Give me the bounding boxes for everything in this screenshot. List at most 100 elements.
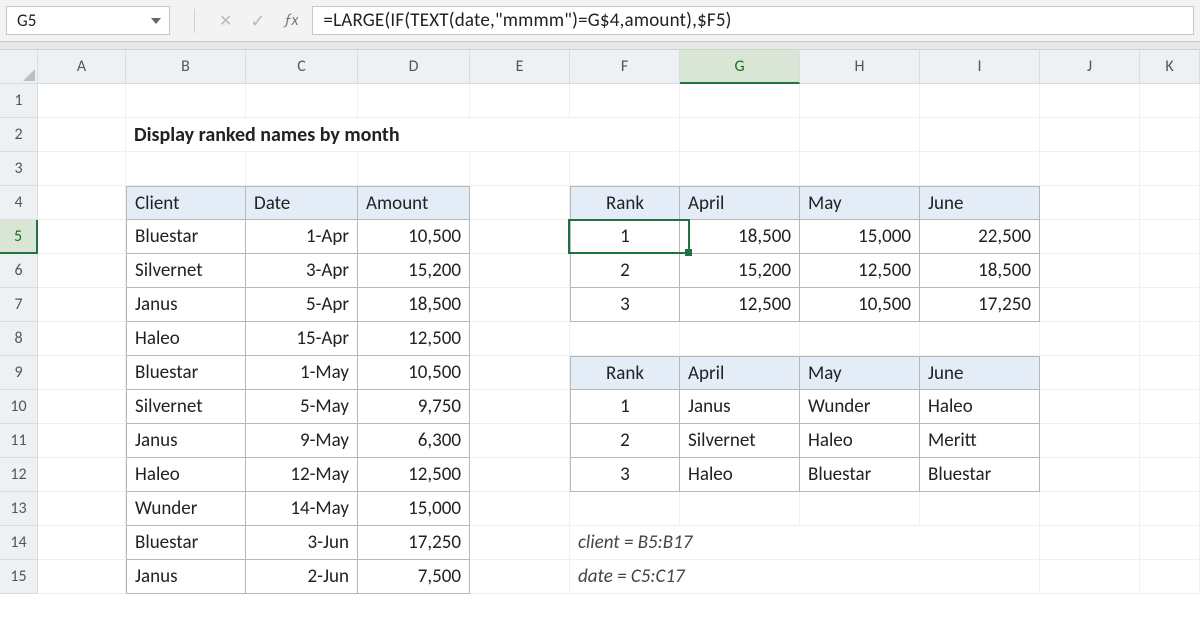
table1-cell[interactable]: 3-Apr bbox=[246, 254, 358, 288]
cell[interactable] bbox=[126, 152, 246, 186]
table1-cell[interactable]: 9,750 bbox=[358, 390, 470, 424]
table1-cell[interactable]: Haleo bbox=[126, 458, 246, 492]
table1-cell[interactable]: Bluestar bbox=[126, 356, 246, 390]
cell[interactable] bbox=[470, 356, 570, 390]
cell[interactable] bbox=[470, 526, 570, 560]
cell[interactable] bbox=[800, 152, 920, 186]
cell[interactable] bbox=[1040, 84, 1140, 118]
table3-cell[interactable]: Haleo bbox=[680, 458, 800, 492]
cell[interactable] bbox=[570, 152, 680, 186]
table3-cell[interactable]: Bluestar bbox=[800, 458, 920, 492]
row-header-6[interactable]: 6 bbox=[0, 254, 38, 288]
cell[interactable] bbox=[38, 356, 126, 390]
table1-cell[interactable]: 10,500 bbox=[358, 356, 470, 390]
table2-cell[interactable]: 3 bbox=[570, 288, 680, 322]
cell[interactable] bbox=[680, 152, 800, 186]
table1-cell[interactable]: 3-Jun bbox=[246, 526, 358, 560]
table3-cell[interactable]: Wunder bbox=[800, 390, 920, 424]
formula-input[interactable]: =LARGE(IF(TEXT(date,"mmmm")=G$4,amount),… bbox=[312, 6, 1194, 35]
table2-cell[interactable]: 1 bbox=[570, 220, 680, 254]
col-header-H[interactable]: H bbox=[800, 50, 920, 84]
cell[interactable] bbox=[1140, 560, 1200, 594]
cell[interactable] bbox=[470, 220, 570, 254]
cell[interactable] bbox=[1040, 254, 1140, 288]
col-header-J[interactable]: J bbox=[1040, 50, 1140, 84]
row-header-9[interactable]: 9 bbox=[0, 356, 38, 390]
table1-cell[interactable]: 18,500 bbox=[358, 288, 470, 322]
cell[interactable] bbox=[920, 526, 1040, 560]
cell[interactable] bbox=[1140, 288, 1200, 322]
row-header-8[interactable]: 8 bbox=[0, 322, 38, 356]
table1-cell[interactable]: Janus bbox=[126, 560, 246, 594]
cell[interactable] bbox=[920, 152, 1040, 186]
cell[interactable] bbox=[920, 84, 1040, 118]
table2-header-rank[interactable]: Rank bbox=[570, 186, 680, 220]
table1-cell[interactable]: 9-May bbox=[246, 424, 358, 458]
table1-cell[interactable]: Janus bbox=[126, 288, 246, 322]
cell[interactable] bbox=[470, 254, 570, 288]
cell[interactable] bbox=[800, 322, 920, 356]
cell[interactable] bbox=[38, 186, 126, 220]
table3-cell[interactable]: 3 bbox=[570, 458, 680, 492]
table2-cell[interactable]: 22,500 bbox=[920, 220, 1040, 254]
cell[interactable] bbox=[1040, 220, 1140, 254]
cell[interactable] bbox=[1140, 254, 1200, 288]
cell[interactable] bbox=[1140, 322, 1200, 356]
table1-cell[interactable]: 12,500 bbox=[358, 322, 470, 356]
cell[interactable] bbox=[1040, 152, 1140, 186]
table2-cell[interactable]: 18,500 bbox=[920, 254, 1040, 288]
table2-cell[interactable]: 2 bbox=[570, 254, 680, 288]
cell[interactable] bbox=[38, 322, 126, 356]
cell[interactable] bbox=[38, 424, 126, 458]
table1-header-amount[interactable]: Amount bbox=[358, 186, 470, 220]
table2-cell[interactable]: 15,000 bbox=[800, 220, 920, 254]
cell[interactable] bbox=[1040, 560, 1140, 594]
cell[interactable] bbox=[38, 458, 126, 492]
cell[interactable] bbox=[1140, 220, 1200, 254]
col-header-E[interactable]: E bbox=[470, 50, 570, 84]
table1-cell[interactable]: 1-May bbox=[246, 356, 358, 390]
cell[interactable] bbox=[470, 492, 570, 526]
cell[interactable] bbox=[1040, 322, 1140, 356]
table3-cell[interactable]: Silvernet bbox=[680, 424, 800, 458]
name-box[interactable]: G5 bbox=[6, 6, 170, 35]
row-header-14[interactable]: 14 bbox=[0, 526, 38, 560]
cell[interactable] bbox=[38, 560, 126, 594]
table2-cell[interactable]: 15,200 bbox=[680, 254, 800, 288]
col-header-A[interactable]: A bbox=[38, 50, 126, 84]
table2-cell[interactable]: 12,500 bbox=[680, 288, 800, 322]
cell[interactable] bbox=[38, 526, 126, 560]
cell[interactable] bbox=[1040, 492, 1140, 526]
table1-cell[interactable]: 15,000 bbox=[358, 492, 470, 526]
table1-cell[interactable]: Wunder bbox=[126, 492, 246, 526]
table3-header-june[interactable]: June bbox=[920, 356, 1040, 390]
cell[interactable] bbox=[680, 322, 800, 356]
table2-header-may[interactable]: May bbox=[800, 186, 920, 220]
cell[interactable] bbox=[38, 254, 126, 288]
table3-cell[interactable]: Janus bbox=[680, 390, 800, 424]
table3-header-may[interactable]: May bbox=[800, 356, 920, 390]
table1-cell[interactable]: 15-Apr bbox=[246, 322, 358, 356]
col-header-C[interactable]: C bbox=[246, 50, 358, 84]
cell[interactable] bbox=[920, 322, 1040, 356]
cell[interactable] bbox=[470, 424, 570, 458]
cell[interactable] bbox=[126, 84, 246, 118]
row-header-3[interactable]: 3 bbox=[0, 152, 38, 186]
table1-cell[interactable]: 1-Apr bbox=[246, 220, 358, 254]
cell[interactable] bbox=[800, 492, 920, 526]
table3-cell[interactable]: Haleo bbox=[800, 424, 920, 458]
cell[interactable] bbox=[1140, 356, 1200, 390]
cell[interactable] bbox=[470, 84, 570, 118]
table3-cell[interactable]: Meritt bbox=[920, 424, 1040, 458]
row-header-7[interactable]: 7 bbox=[0, 288, 38, 322]
cell[interactable] bbox=[1140, 186, 1200, 220]
cell[interactable] bbox=[38, 390, 126, 424]
cell[interactable] bbox=[38, 152, 126, 186]
cell[interactable] bbox=[1040, 288, 1140, 322]
table1-header-date[interactable]: Date bbox=[246, 186, 358, 220]
table1-cell[interactable]: Silvernet bbox=[126, 390, 246, 424]
table3-header-april[interactable]: April bbox=[680, 356, 800, 390]
cell[interactable] bbox=[358, 84, 470, 118]
table1-cell[interactable]: 12,500 bbox=[358, 458, 470, 492]
table2-cell[interactable]: 12,500 bbox=[800, 254, 920, 288]
